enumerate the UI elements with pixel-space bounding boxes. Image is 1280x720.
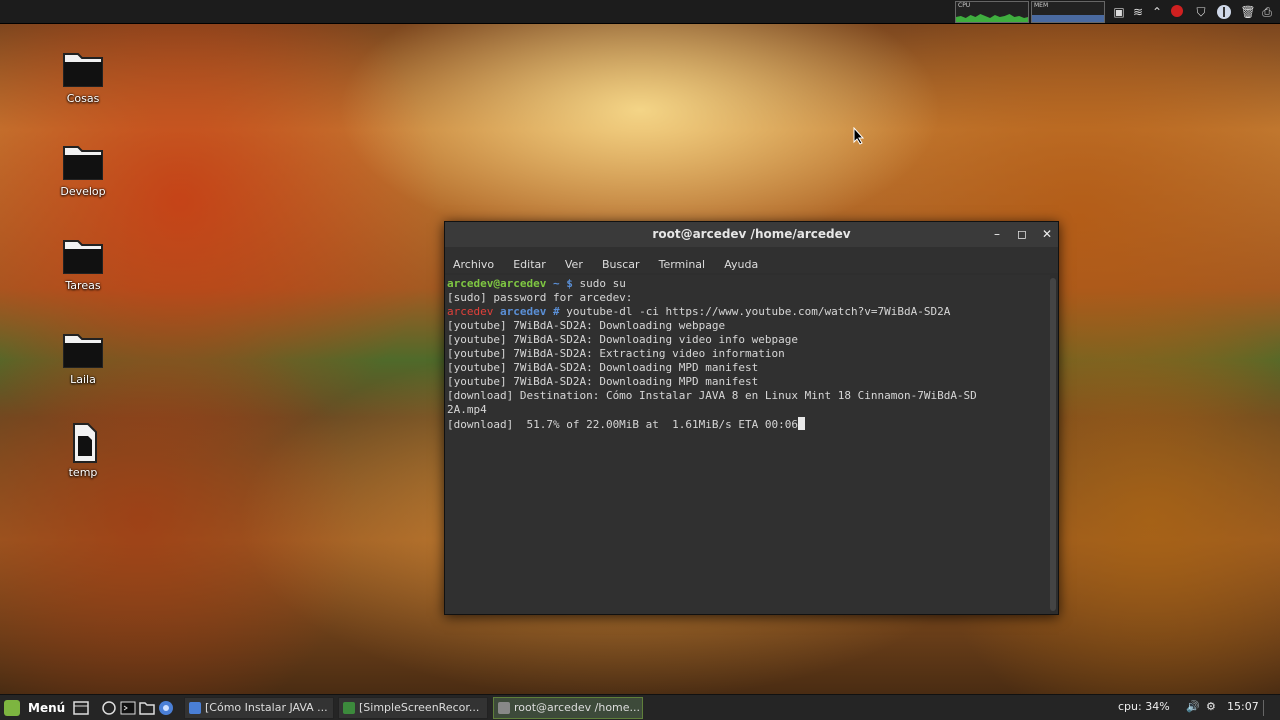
terminal-icon[interactable]	[119, 699, 137, 717]
menu-label: Menú	[28, 701, 66, 715]
menu-terminal[interactable]: Terminal	[659, 258, 706, 271]
wifi-icon[interactable]: ≋	[1130, 4, 1146, 20]
menu-button[interactable]: Menú	[4, 698, 66, 718]
terminal-icon	[498, 702, 510, 714]
folder-icon[interactable]	[138, 699, 156, 717]
menubar: Archivo Editar Ver Buscar Terminal Ayuda	[445, 247, 1058, 273]
output-line: [youtube] 7WiBdA-SD2A: Extracting video …	[447, 347, 785, 360]
desktop-icon-laila[interactable]: Laila	[48, 329, 118, 386]
terminal-output[interactable]: arcedev@arcedev ~ $ sudo su [sudo] passw…	[445, 275, 1050, 614]
close-button[interactable]: ✕	[1037, 225, 1057, 244]
minimize-button[interactable]: –	[987, 225, 1007, 244]
task-label: [Cómo Instalar JAVA ...	[205, 701, 328, 714]
task-label: [SimpleScreenRecor...	[359, 701, 480, 714]
root-dir: arcedev #	[493, 305, 567, 318]
shield-icon[interactable]: ⛉	[1193, 4, 1209, 20]
mem-graph[interactable]: MEM	[1031, 1, 1105, 23]
chevron-up-icon[interactable]: ⌃	[1149, 4, 1165, 20]
titlebar[interactable]: root@arcedev /home/arcedev – ◻ ✕	[445, 222, 1058, 247]
task-terminal[interactable]: root@arcedev /home...	[493, 697, 643, 719]
progress-line: [download] 51.7% of 22.00MiB at 1.61MiB/…	[447, 418, 798, 431]
mem-graph-plot	[1032, 15, 1104, 22]
updates-icon[interactable]	[100, 699, 118, 717]
command-text: sudo su	[579, 277, 626, 290]
desktop-icon-label: Laila	[70, 373, 96, 386]
network-icon[interactable]	[1216, 4, 1232, 20]
maximize-button[interactable]: ◻	[1012, 225, 1032, 244]
desktop-icon-label: Cosas	[66, 92, 100, 105]
scrollbar[interactable]	[1050, 278, 1056, 611]
prompt-sep: ~ $	[546, 277, 580, 290]
output-line: [youtube] 7WiBdA-SD2A: Downloading MPD m…	[447, 361, 759, 374]
clock[interactable]: 15:07	[1227, 700, 1259, 713]
window-list-icon[interactable]: ▣	[1111, 4, 1127, 20]
folder-icon	[63, 146, 103, 180]
text-cursor	[798, 417, 805, 430]
desktop-icon-tareas[interactable]: Tareas	[48, 235, 118, 292]
cpu-graph-label: CPU	[958, 2, 971, 9]
chromium-icon	[189, 702, 201, 714]
prompt-user: arcedev@arcedev	[447, 277, 547, 290]
desktop-icon-cosas[interactable]: Cosas	[48, 48, 118, 105]
volume-icon[interactable]: 🔊	[1186, 700, 1200, 713]
menu-ayuda[interactable]: Ayuda	[724, 258, 758, 271]
mouse-pointer-icon	[853, 127, 865, 145]
taskbar: Menú [Cómo Instalar JAVA ... [SimpleScre…	[0, 694, 1280, 720]
trash-icon[interactable]: 🗑	[1240, 4, 1256, 20]
output-line: [youtube] 7WiBdA-SD2A: Downloading MPD m…	[447, 375, 759, 388]
task-label: root@arcedev /home...	[514, 701, 641, 714]
folder-icon	[63, 334, 103, 368]
folder-icon	[63, 240, 103, 274]
command-text: youtube-dl -ci https://www.youtube.com/w…	[566, 305, 951, 318]
browser-icon[interactable]	[157, 699, 175, 717]
mint-logo-icon	[4, 700, 20, 716]
output-line: [youtube] 7WiBdA-SD2A: Downloading video…	[447, 333, 798, 346]
desktop-icon-temp[interactable]: temp	[48, 422, 118, 479]
menu-editar[interactable]: Editar	[513, 258, 546, 271]
desktop-icon-label: Tareas	[65, 279, 101, 292]
mem-graph-label: MEM	[1034, 2, 1049, 9]
desktop-icon-label: Develop	[60, 185, 106, 198]
window-title: root@arcedev /home/arcedev	[652, 227, 851, 241]
cpu-graph[interactable]: CPU	[955, 1, 1029, 23]
file-icon	[73, 423, 97, 463]
output-line: [sudo] password for arcedev:	[447, 291, 633, 304]
cpu-indicator[interactable]: cpu: 34%	[1118, 700, 1170, 713]
screenshot-icon[interactable]: ⎙	[1259, 4, 1275, 20]
settings-icon[interactable]: ⚙	[1206, 700, 1216, 713]
root-host: arcedev	[447, 305, 494, 318]
files-icon[interactable]	[72, 699, 90, 717]
menu-archivo[interactable]: Archivo	[453, 258, 494, 271]
cpu-graph-plot	[956, 14, 1028, 22]
folder-icon	[63, 53, 103, 87]
output-line: [youtube] 7WiBdA-SD2A: Downloading webpa…	[447, 319, 726, 332]
top-panel: CPU MEM ▣ ≋ ⌃ ⛉ 🗑 ⎙	[0, 0, 1280, 24]
task-chromium[interactable]: [Cómo Instalar JAVA ...	[184, 697, 334, 719]
menu-buscar[interactable]: Buscar	[602, 258, 640, 271]
output-line: [download] Destination: Cómo Instalar JA…	[447, 389, 977, 402]
record-icon[interactable]	[1169, 4, 1185, 20]
terminal-window[interactable]: root@arcedev /home/arcedev – ◻ ✕ Archivo…	[444, 221, 1059, 615]
desktop-icon-label: temp	[68, 466, 98, 479]
output-line: 2A.mp4	[447, 403, 487, 416]
desktop-icon-develop[interactable]: Develop	[48, 141, 118, 198]
recorder-icon	[343, 702, 355, 714]
menu-ver[interactable]: Ver	[565, 258, 583, 271]
task-recorder[interactable]: [SimpleScreenRecor...	[338, 697, 488, 719]
show-desktop-button[interactable]	[1263, 700, 1273, 716]
